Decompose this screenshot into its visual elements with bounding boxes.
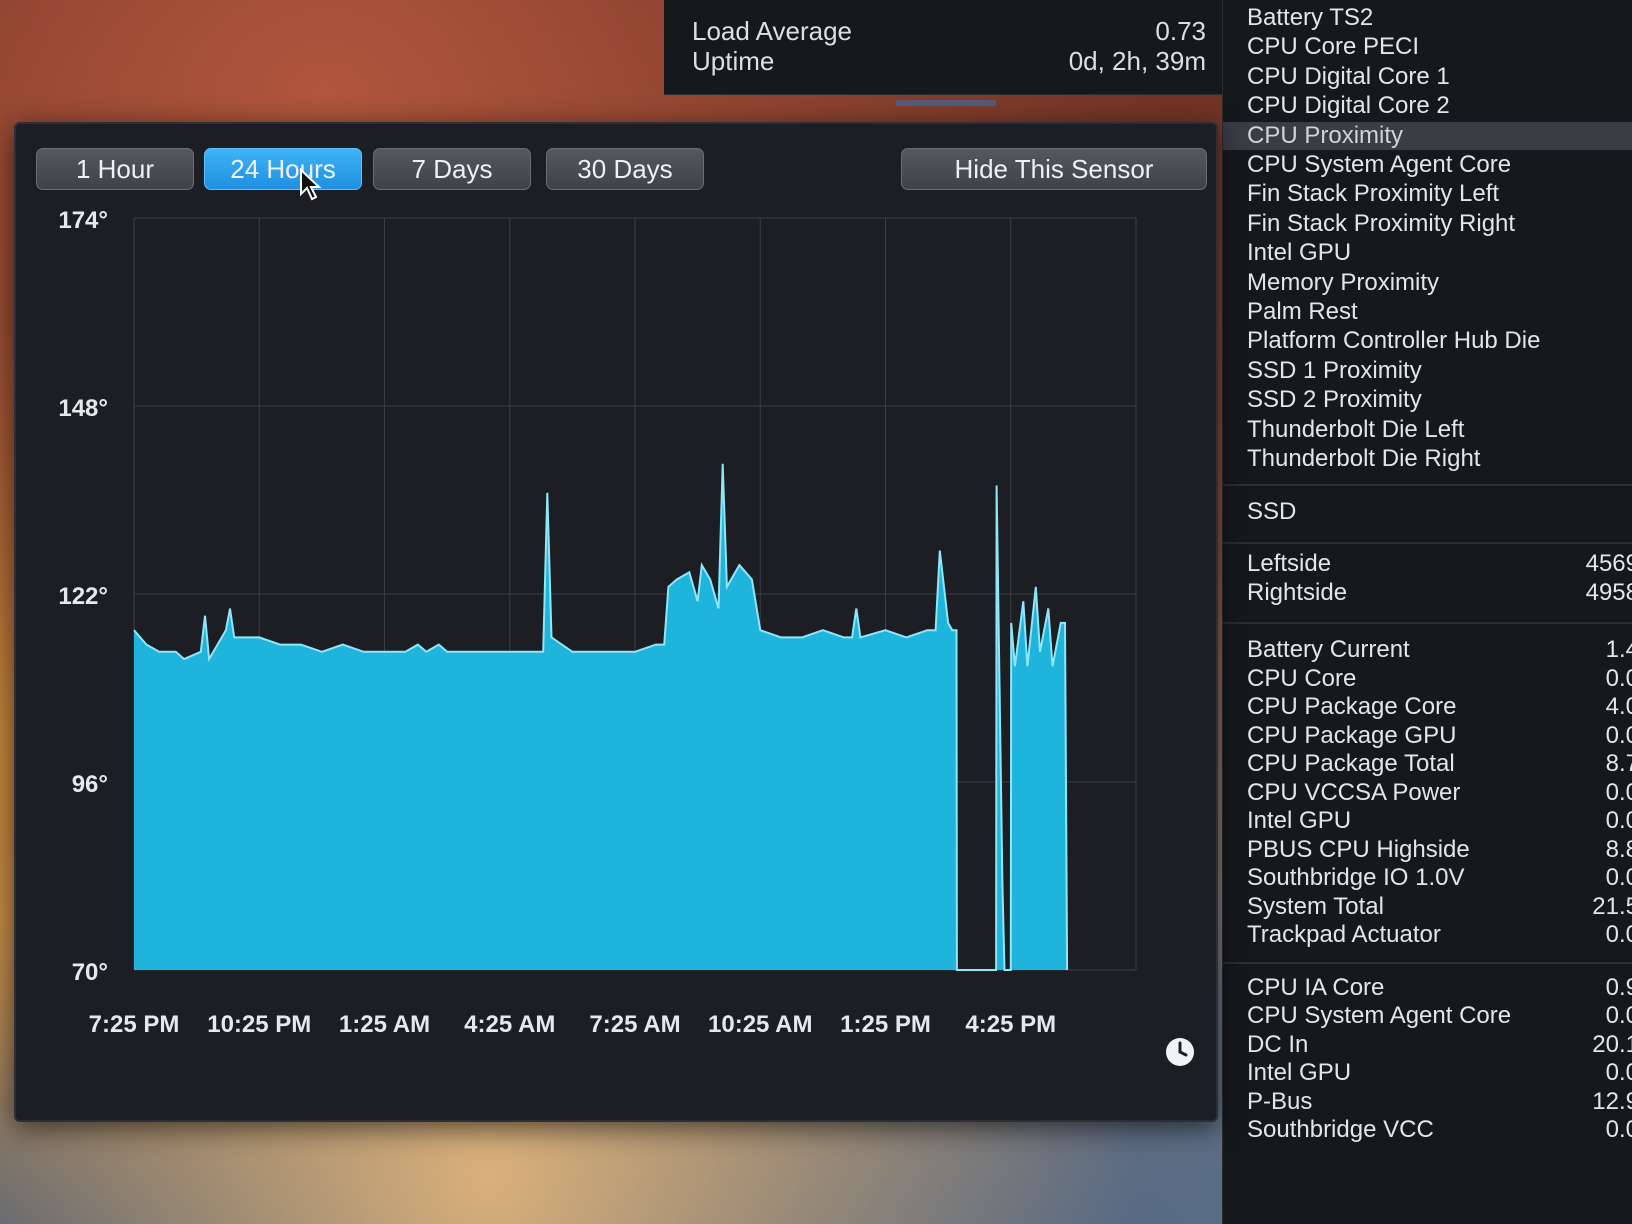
power-sensor-value: 4.0 bbox=[1605, 693, 1632, 721]
ssd-item-name[interactable]: Rightside bbox=[1247, 579, 1347, 607]
memory-section-header-partial bbox=[896, 100, 996, 106]
temperature-sensor-item[interactable]: SSD 2 Proximity bbox=[1247, 386, 1422, 414]
uptime-label: Uptime bbox=[692, 46, 775, 76]
range-7-days-button[interactable]: 7 Days bbox=[373, 148, 531, 190]
temperature-sensor-item[interactable]: CPU Digital Core 1 bbox=[1247, 63, 1450, 91]
voltage-sensor-value: 0.0 bbox=[1605, 1002, 1632, 1030]
ssd-item-value: 4569 bbox=[1585, 550, 1632, 578]
range-24-hours-button[interactable]: 24 Hours bbox=[204, 148, 362, 190]
x-tick-label: 4:25 AM bbox=[464, 1011, 555, 1038]
temperature-sensor-item[interactable]: Fin Stack Proximity Right bbox=[1247, 210, 1515, 238]
section-divider bbox=[1223, 542, 1632, 545]
power-sensor-value: 0.0 bbox=[1605, 664, 1632, 692]
voltage-sensor-value: 20.1 bbox=[1592, 1030, 1632, 1058]
voltage-sensor-name[interactable]: Southbridge VCC bbox=[1247, 1116, 1434, 1144]
x-tick-label: 7:25 PM bbox=[89, 1011, 180, 1038]
temperature-sensor-item[interactable]: Thunderbolt Die Left bbox=[1247, 416, 1464, 444]
hide-this-sensor-button[interactable]: Hide This Sensor bbox=[901, 148, 1207, 190]
power-sensor-name[interactable]: PBUS CPU Highside bbox=[1247, 836, 1470, 864]
y-tick-label: 70° bbox=[72, 959, 108, 986]
temperature-sensor-item[interactable]: Intel GPU bbox=[1247, 239, 1351, 267]
temperature-sensor-item[interactable]: SSD 1 Proximity bbox=[1247, 357, 1422, 385]
y-tick-label: 122° bbox=[58, 583, 108, 610]
voltage-sensor-value: 0.9 bbox=[1605, 973, 1632, 1001]
voltage-sensor-value: 0.0 bbox=[1605, 1059, 1632, 1087]
power-sensor-name[interactable]: CPU VCCSA Power bbox=[1247, 779, 1460, 807]
voltage-sensor-name[interactable]: CPU System Agent Core bbox=[1247, 1002, 1511, 1030]
series-area-fill bbox=[134, 463, 1068, 970]
x-tick-label: 4:25 PM bbox=[965, 1011, 1056, 1038]
section-divider bbox=[1223, 484, 1632, 487]
y-axis-ticks: 174° 148° 122° 96° 70° bbox=[58, 207, 108, 986]
range-1-hour-button[interactable]: 1 Hour bbox=[36, 148, 194, 190]
power-sensor-name[interactable]: Trackpad Actuator bbox=[1247, 921, 1441, 949]
power-sensor-value: 0.0 bbox=[1605, 778, 1632, 806]
temperature-sensor-item[interactable]: CPU Core PECI bbox=[1247, 33, 1419, 61]
voltage-sensor-name[interactable]: DC In bbox=[1247, 1031, 1308, 1059]
temperature-sensor-item[interactable]: Memory Proximity bbox=[1247, 269, 1439, 297]
voltage-sensor-value: 12.9 bbox=[1592, 1087, 1632, 1115]
power-sensor-value: 0.0 bbox=[1605, 921, 1632, 949]
power-sensor-name[interactable]: CPU Package Core bbox=[1247, 693, 1456, 721]
power-sensor-value: 8.8 bbox=[1605, 835, 1632, 863]
temperature-sensor-item[interactable]: CPU Proximity bbox=[1223, 121, 1632, 150]
power-sensor-value: 1.4 bbox=[1605, 636, 1632, 664]
power-sensor-value: 21.5 bbox=[1592, 892, 1632, 920]
x-axis-ticks: 7:25 PM 10:25 PM 1:25 AM 4:25 AM 7:25 AM 10:2… bbox=[89, 1011, 1056, 1038]
stats-panel: Load Average 0.73 Uptime 0d, 2h, 39m bbox=[664, 0, 1224, 106]
ssd-section-title: SSD bbox=[1247, 498, 1297, 526]
temperature-sensor-item[interactable]: CPU System Agent Core bbox=[1247, 151, 1511, 179]
x-tick-label: 10:25 PM bbox=[207, 1011, 311, 1038]
x-tick-label: 1:25 AM bbox=[339, 1011, 430, 1038]
x-tick-label: 7:25 AM bbox=[589, 1011, 680, 1038]
y-tick-label: 96° bbox=[72, 771, 108, 798]
temperature-sensor-item[interactable]: CPU Digital Core 2 bbox=[1247, 92, 1450, 120]
power-sensor-name[interactable]: System Total bbox=[1247, 893, 1384, 921]
temperature-sensor-item[interactable]: Palm Rest bbox=[1247, 298, 1358, 326]
y-tick-label: 148° bbox=[58, 395, 108, 422]
power-sensor-name[interactable]: Southbridge IO 1.0V bbox=[1247, 864, 1464, 892]
ssd-item-name[interactable]: Leftside bbox=[1247, 550, 1331, 578]
sensor-history-popup: 1 Hour 24 Hours 7 Days 30 Days Hide This… bbox=[14, 122, 1218, 1122]
temperature-sensor-item[interactable]: Fin Stack Proximity Left bbox=[1247, 180, 1499, 208]
voltage-sensor-name[interactable]: P-Bus bbox=[1247, 1088, 1312, 1116]
cursor-arrow-icon bbox=[300, 168, 322, 201]
clock-icon[interactable] bbox=[1164, 1036, 1196, 1068]
sensor-list-panel[interactable]: Battery TS2 CPU Core PECI CPU Digital Core… bbox=[1222, 0, 1632, 1224]
power-sensor-value: 8.7 bbox=[1605, 750, 1632, 778]
power-sensor-name[interactable]: Intel GPU bbox=[1247, 807, 1351, 835]
range-30-days-button[interactable]: 30 Days bbox=[546, 148, 704, 190]
voltage-sensor-value: 0.0 bbox=[1605, 1116, 1632, 1144]
power-sensor-value: 0.0 bbox=[1605, 721, 1632, 749]
section-divider bbox=[1223, 961, 1632, 964]
power-sensor-name[interactable]: CPU Package Total bbox=[1247, 750, 1455, 778]
power-sensor-name[interactable]: Battery Current bbox=[1247, 636, 1410, 664]
y-tick-label: 174° bbox=[58, 207, 108, 234]
voltage-sensor-name[interactable]: CPU IA Core bbox=[1247, 974, 1384, 1002]
section-divider bbox=[1223, 622, 1632, 625]
x-tick-label: 10:25 AM bbox=[708, 1011, 812, 1038]
uptime-row: Uptime 0d, 2h, 39m bbox=[692, 46, 1206, 76]
voltage-sensor-name[interactable]: Intel GPU bbox=[1247, 1059, 1351, 1087]
power-sensor-value: 0.0 bbox=[1605, 807, 1632, 835]
temperature-sensor-item[interactable]: Platform Controller Hub Die bbox=[1247, 327, 1540, 355]
temperature-sensor-item[interactable]: Thunderbolt Die Right bbox=[1247, 445, 1480, 473]
power-sensor-name[interactable]: CPU Package GPU bbox=[1247, 722, 1456, 750]
temperature-sensor-item[interactable]: Battery TS2 bbox=[1247, 4, 1373, 32]
uptime-value: 0d, 2h, 39m bbox=[1068, 46, 1206, 76]
load-average-label: Load Average bbox=[692, 16, 852, 46]
load-average-value: 0.73 bbox=[1155, 16, 1206, 46]
power-sensor-name[interactable]: CPU Core bbox=[1247, 665, 1356, 693]
power-sensor-value: 0.0 bbox=[1605, 864, 1632, 892]
temperature-chart: 174° 148° 122° 96° 70° 7:25 PM 10:25 PM 1:25 A… bbox=[58, 207, 1137, 1038]
ssd-item-value: 4958 bbox=[1585, 579, 1632, 607]
load-average-row: Load Average 0.73 bbox=[692, 16, 1206, 46]
chart-series-area bbox=[133, 463, 1069, 971]
x-tick-label: 1:25 PM bbox=[840, 1011, 931, 1038]
